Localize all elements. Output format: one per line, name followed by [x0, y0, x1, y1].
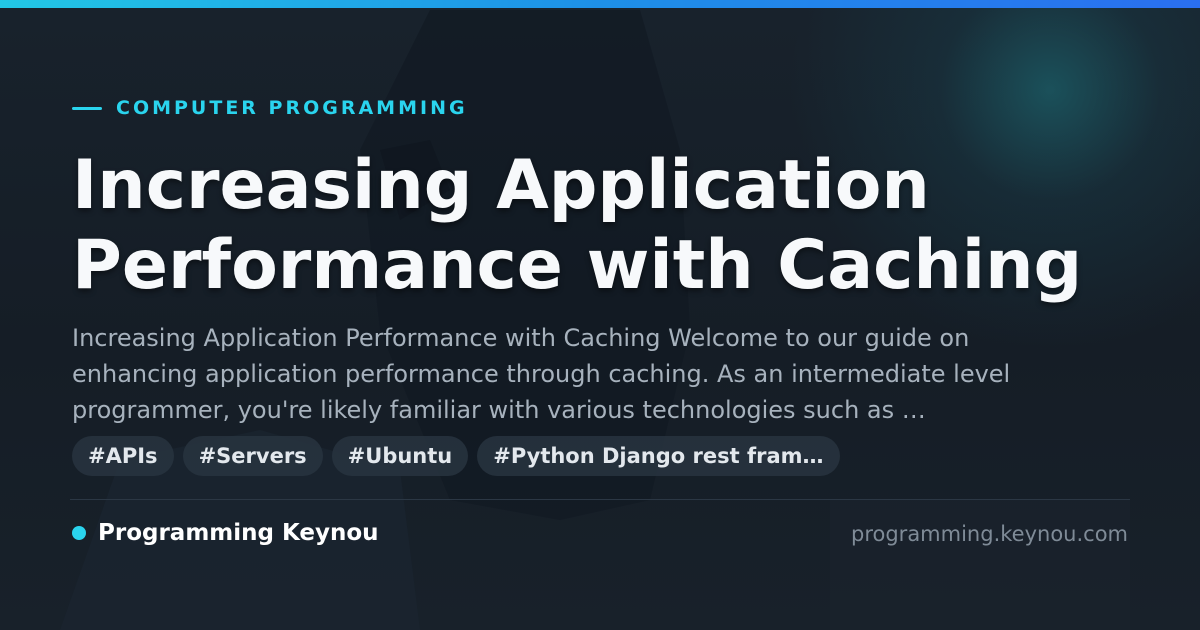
brand: Programming Keynou: [72, 518, 379, 548]
tag-ubuntu: #Ubuntu: [331, 436, 469, 476]
brand-name: Programming Keynou: [98, 520, 379, 546]
tag-list: #APIs #Servers #Ubuntu #Python Django re…: [72, 436, 840, 476]
tag-apis: #APIs: [72, 436, 174, 476]
brand-dot-icon: [72, 526, 86, 540]
article-description: Increasing Application Performance with …: [72, 324, 1011, 424]
footer-divider: [70, 499, 1130, 500]
site-url: programming.keynou.com: [851, 522, 1128, 546]
page-title: Increasing Application Performance with …: [72, 146, 1083, 305]
top-accent-bar: [0, 0, 1200, 8]
category-text: COMPUTER PROGRAMMING: [116, 97, 468, 119]
tag-python-django: #Python Django rest fram…: [477, 436, 840, 476]
category-label: COMPUTER PROGRAMMING: [72, 96, 468, 120]
tag-servers: #Servers: [182, 436, 323, 476]
category-line-icon: [72, 106, 102, 110]
